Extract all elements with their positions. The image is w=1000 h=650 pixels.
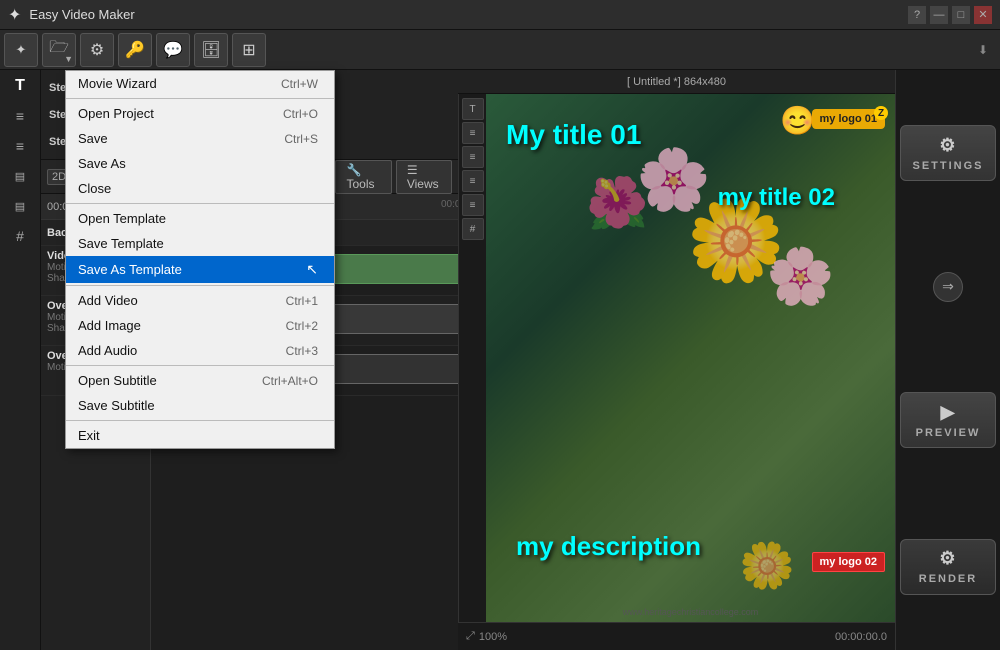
settings-icon: ⚙ xyxy=(939,135,956,156)
menu-save-subtitle[interactable]: Save Subtitle xyxy=(66,393,334,418)
flower-decoration-4: 🌸 xyxy=(766,244,834,309)
align-center-icon[interactable]: ≡ xyxy=(2,132,38,160)
title-bar-left: ✦ Easy Video Maker xyxy=(8,5,135,25)
watermark: www.heritagechristiancollege.com xyxy=(623,607,759,617)
preview-footer: ⤢ 100% 00:00:00.0 xyxy=(458,622,895,650)
menu-separator-1 xyxy=(66,98,334,99)
main-toolbar: ✦ 🗁 ▼ ⚙ 🔑 💬 🗄 ⊞ ⬇ Movie Wizard Ctrl+W Op… xyxy=(0,30,1000,70)
folder-dropdown-arrow: ▼ xyxy=(64,54,73,64)
menu-close[interactable]: Close xyxy=(66,176,334,201)
menu-separator-3 xyxy=(66,285,334,286)
list-icon[interactable]: ▤ xyxy=(2,192,38,220)
tab-tools[interactable]: 🔧 Tools xyxy=(335,160,391,194)
menu-add-image[interactable]: Add Image Ctrl+2 xyxy=(66,313,334,338)
minimize-button[interactable]: — xyxy=(930,6,948,24)
maximize-button[interactable]: □ xyxy=(952,6,970,24)
preview-icon-2[interactable]: ≡ xyxy=(462,122,484,144)
render-button[interactable]: ⚙ RENDER xyxy=(900,539,996,595)
menu-open-project[interactable]: Open Project Ctrl+O xyxy=(66,101,334,126)
close-button[interactable]: ✕ xyxy=(974,6,992,24)
menu-open-subtitle[interactable]: Open Subtitle Ctrl+Alt+O xyxy=(66,368,334,393)
menu-separator-5 xyxy=(66,420,334,421)
preview-canvas: 🌸 🌼 🌺 🌸 🌼 My title 01 my title 02 my des… xyxy=(486,94,895,622)
file-dropdown-menu: Movie Wizard Ctrl+W Open Project Ctrl+O … xyxy=(65,70,335,449)
flower-decoration-3: 🌺 xyxy=(586,174,648,233)
render-label: RENDER xyxy=(919,573,977,585)
right-section: [ Untitled *] 864x480 T ≡ ≡ ≡ ≡ # 🌸 🌼 🌺 … xyxy=(458,70,895,650)
menu-save[interactable]: Save Ctrl+S xyxy=(66,126,334,151)
menu-movie-wizard[interactable]: Movie Wizard Ctrl+W xyxy=(66,71,334,96)
preview-title1: My title 01 xyxy=(506,119,641,151)
preview-button[interactable]: ▶ PREVIEW xyxy=(900,392,996,448)
db-button[interactable]: 🗄 xyxy=(194,33,228,67)
chat-button[interactable]: 💬 xyxy=(156,33,190,67)
preview-description: my description xyxy=(516,531,701,562)
preview-emoji: 😊 xyxy=(780,104,815,137)
preview-title2: my title 02 xyxy=(718,184,835,212)
preview-logo2: my logo 02 xyxy=(812,552,885,572)
time-display: 00:00:00.0 xyxy=(835,631,887,643)
time-mark-40: 00:00:40 xyxy=(441,199,458,210)
preview-logo1: my logo 01 Z xyxy=(812,109,885,129)
folder-button[interactable]: 🗁 ▼ xyxy=(42,33,76,67)
preview-icon-3[interactable]: ≡ xyxy=(462,146,484,168)
menu-add-video[interactable]: Add Video Ctrl+1 xyxy=(66,288,334,313)
download-icon: ⬇ xyxy=(978,43,988,57)
render-icon: ⚙ xyxy=(939,548,956,569)
menu-exit[interactable]: Exit xyxy=(66,423,334,448)
settings-button[interactable]: ⚙ xyxy=(80,33,114,67)
tab-views[interactable]: ☰ Views xyxy=(396,160,452,194)
help-button[interactable]: ? xyxy=(908,6,926,24)
app-title: Easy Video Maker xyxy=(29,7,134,22)
title-bar: ✦ Easy Video Maker ? — □ ✕ xyxy=(0,0,1000,30)
preview-icon-6[interactable]: # xyxy=(462,218,484,240)
menu-separator-2 xyxy=(66,203,334,204)
preview-with-icons: T ≡ ≡ ≡ ≡ # 🌸 🌼 🌺 🌸 🌼 My title 01 my ti xyxy=(458,94,895,622)
title-bar-controls: ? — □ ✕ xyxy=(908,6,992,24)
align-right-icon[interactable]: ▤ xyxy=(2,162,38,190)
settings-button[interactable]: ⚙ SETTINGS xyxy=(900,125,996,181)
arrow-right-button[interactable]: ⇒ xyxy=(933,272,963,302)
preview-left-icons: T ≡ ≡ ≡ ≡ # xyxy=(458,94,486,622)
app-icon: ✦ xyxy=(8,5,21,25)
preview-header: [ Untitled *] 864x480 xyxy=(458,70,895,94)
play-icon: ▶ xyxy=(941,402,956,423)
menu-open-template[interactable]: Open Template xyxy=(66,206,334,231)
zoom-controls: ⤢ 100% xyxy=(466,630,507,643)
preview-label: PREVIEW xyxy=(916,427,981,439)
text-tool-icon[interactable]: T xyxy=(2,72,38,100)
preview-project-info: [ Untitled *] 864x480 xyxy=(627,76,726,88)
preview-icon-1[interactable]: T xyxy=(462,98,484,120)
expand-icon[interactable]: ⤢ xyxy=(466,630,475,643)
menu-separator-4 xyxy=(66,365,334,366)
menu-save-template[interactable]: Save Template xyxy=(66,231,334,256)
menu-save-as-template[interactable]: Save As Template ↖ xyxy=(66,256,334,283)
key-button[interactable]: 🔑 xyxy=(118,33,152,67)
preview-icon-5[interactable]: ≡ xyxy=(462,194,484,216)
settings-label: SETTINGS xyxy=(912,160,983,172)
screen-button[interactable]: ⊞ xyxy=(232,33,266,67)
logo1-badge: Z xyxy=(874,106,888,120)
flower-decoration-5: 🌼 xyxy=(739,539,795,592)
zoom-level: 100% xyxy=(479,631,507,643)
preview-icon-4[interactable]: ≡ xyxy=(462,170,484,192)
far-right-panel: ⚙ SETTINGS ⇒ ▶ PREVIEW ⚙ RENDER xyxy=(895,70,1000,650)
menu-save-as[interactable]: Save As xyxy=(66,151,334,176)
grid-icon[interactable]: # xyxy=(2,222,38,250)
move-icon-button[interactable]: ✦ xyxy=(4,33,38,67)
cursor-arrow: ↖ xyxy=(306,261,318,278)
left-toolbar: T ≡ ≡ ▤ ▤ # xyxy=(0,70,41,650)
menu-add-audio[interactable]: Add Audio Ctrl+3 xyxy=(66,338,334,363)
align-left-icon[interactable]: ≡ xyxy=(2,102,38,130)
